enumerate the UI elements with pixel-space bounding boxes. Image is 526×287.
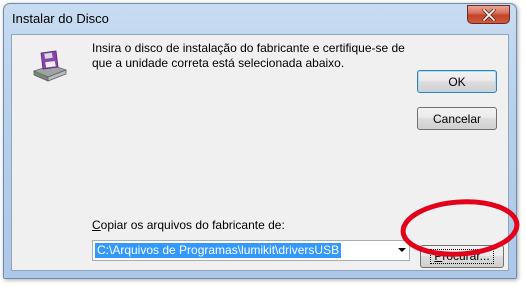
chevron-down-icon[interactable] — [398, 248, 406, 252]
cancel-button[interactable]: Cancelar — [417, 107, 497, 130]
browse-button-label: rocurar... — [442, 249, 490, 263]
browse-button-focus: Procurar... — [430, 249, 494, 264]
floppy-disk-drive-icon — [32, 50, 68, 82]
close-button[interactable] — [467, 5, 510, 24]
copy-files-label: Copiar os arquivos do fabricante de: — [92, 218, 285, 232]
ok-button[interactable]: OK — [417, 70, 497, 93]
source-path-value[interactable]: C:\Arquivos de Programas\lumikit\drivers… — [95, 243, 342, 258]
install-from-disk-dialog: Instalar do Disco Insira o disco de inst… — [3, 3, 517, 279]
instruction-message: Insira o disco de instalação do fabrican… — [92, 41, 405, 70]
source-path-combobox[interactable]: C:\Arquivos de Programas\lumikit\drivers… — [92, 240, 410, 261]
copy-files-label-text: opiar os arquivos do fabricante de: — [100, 218, 285, 232]
copy-files-label-accel: C — [92, 218, 101, 232]
title-bar[interactable]: Instalar do Disco — [4, 4, 516, 34]
dialog-client-area: Insira o disco de instalação do fabrican… — [11, 34, 509, 271]
window-title: Instalar do Disco — [12, 11, 109, 26]
browse-button[interactable]: Procurar... — [420, 245, 504, 268]
close-icon — [481, 8, 496, 21]
